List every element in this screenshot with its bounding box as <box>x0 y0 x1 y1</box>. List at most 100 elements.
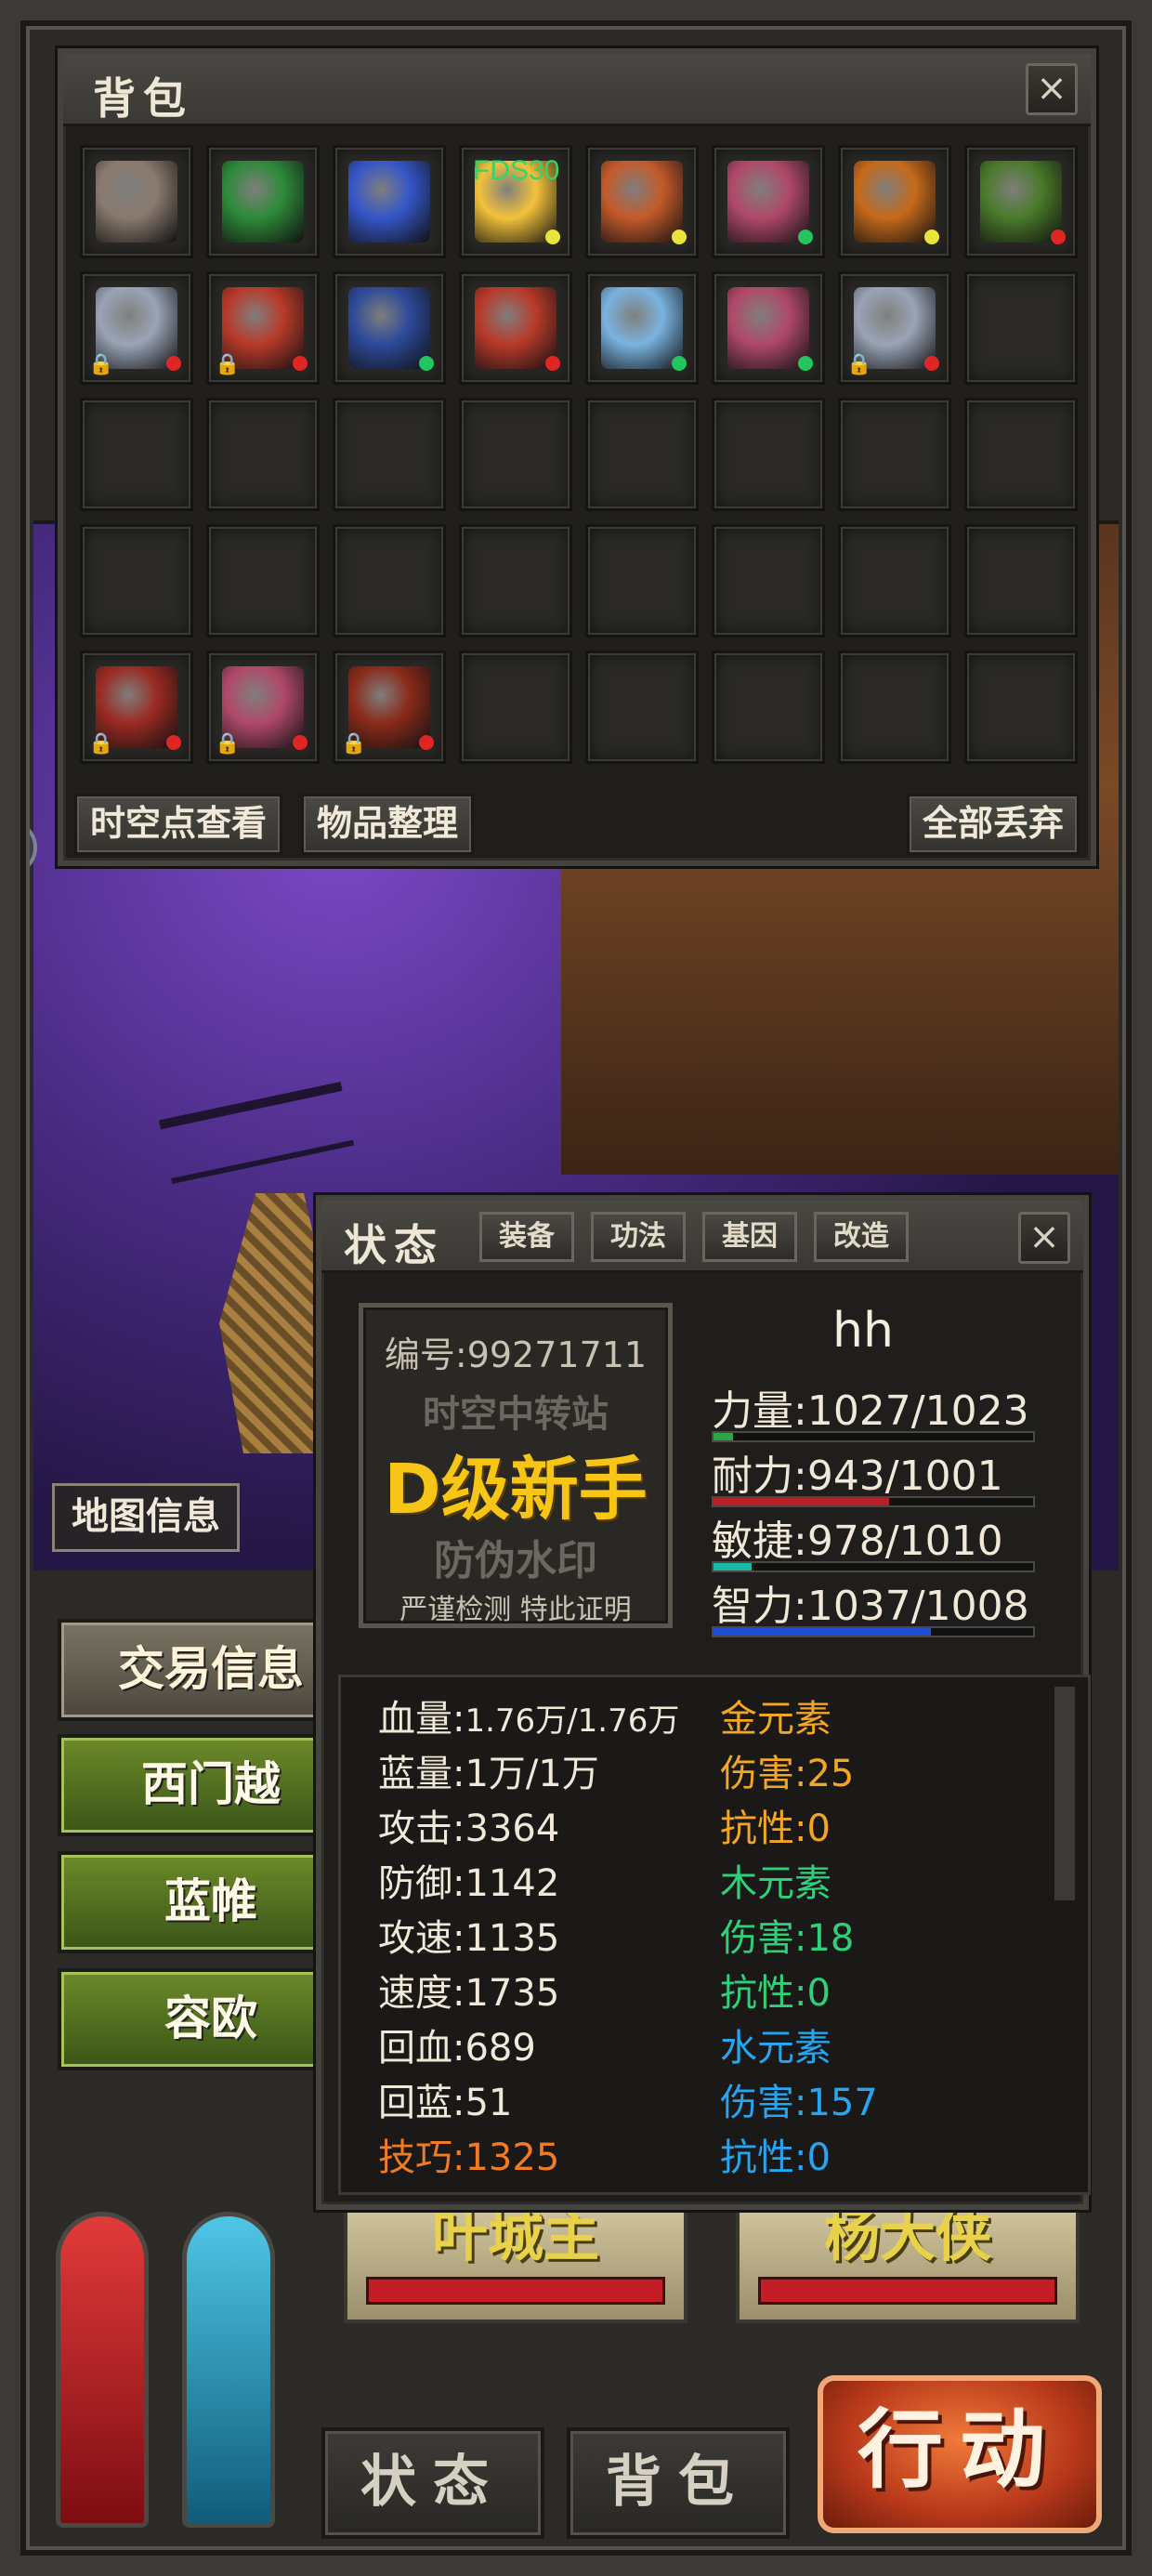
inventory-slot[interactable] <box>964 398 1078 511</box>
tab-genes[interactable]: 基因 <box>702 1212 797 1262</box>
inventory-slot[interactable] <box>459 398 572 511</box>
stat-label: 回蓝: <box>378 2082 465 2124</box>
inventory-slot[interactable] <box>333 398 446 511</box>
quality-dot-icon <box>1051 230 1066 244</box>
inventory-slot[interactable] <box>206 524 320 637</box>
stat-row: 技巧:1325 <box>378 2127 559 2181</box>
stat-value: 1.76万/1.76万 <box>465 1702 680 1740</box>
golden-chest-armor-icon <box>854 161 936 243</box>
attribute-bar-fill <box>713 1498 890 1505</box>
lock-icon: 🔒 <box>215 732 241 756</box>
inventory-slot[interactable]: FDS30 <box>459 145 572 258</box>
close-icon[interactable]: × <box>1018 1212 1070 1264</box>
inventory-slot[interactable] <box>585 145 699 258</box>
element-stat: 木元素 <box>720 1862 831 1905</box>
inventory-slot[interactable]: 🔒 <box>838 271 951 385</box>
stat-label: 技巧: <box>378 2136 465 2179</box>
rank-badge: 编号:99271711 时空中转站 D级新手 防伪水印 严谨检测 特此证明 <box>359 1303 673 1628</box>
stat-value: 1135 <box>465 1917 560 1960</box>
lock-icon: 🔒 <box>88 732 114 756</box>
stat-row: 血量:1.76万/1.76万 <box>378 1689 679 1742</box>
inventory-slot[interactable] <box>333 524 446 637</box>
inventory-slot[interactable] <box>964 524 1078 637</box>
inventory-slot[interactable] <box>964 271 1078 385</box>
tab-equipment[interactable]: 装备 <box>479 1212 574 1262</box>
inventory-slot[interactable] <box>80 145 193 258</box>
quality-dot-icon <box>924 230 939 244</box>
status-title-bar: 状态 装备 功法 基因 改造 × <box>321 1201 1083 1273</box>
red-belt-icon <box>475 287 556 369</box>
inventory-slot[interactable] <box>80 398 193 511</box>
inventory-slot[interactable] <box>964 145 1078 258</box>
inventory-grid: FDS30 🔒 🔒 🔒 🔒 🔒 🔒 <box>80 145 1078 764</box>
inventory-slot[interactable] <box>206 398 320 511</box>
mp-vial <box>182 2212 275 2528</box>
quality-dot-icon <box>672 356 687 371</box>
attribute-bar <box>712 1561 1035 1572</box>
inventory-slot[interactable] <box>459 651 572 764</box>
boss-card-yang[interactable]: 杨大侠 <box>736 2193 1080 2323</box>
inventory-slot[interactable]: 🔒 <box>80 271 193 385</box>
stats-box: 血量:1.76万/1.76万 蓝量:1万/1万 攻击:3364 防御:1142 攻速:1… <box>338 1675 1091 2195</box>
inventory-slot[interactable] <box>712 271 825 385</box>
quality-dot-icon <box>545 230 560 244</box>
inventory-slot[interactable] <box>585 651 699 764</box>
lock-icon: 🔒 <box>846 353 872 376</box>
stat-value: 689 <box>465 2027 536 2070</box>
inventory-slot[interactable] <box>712 398 825 511</box>
inventory-slot[interactable] <box>80 524 193 637</box>
side-orb-button[interactable]: 22 <box>0 820 37 875</box>
inventory-slot[interactable] <box>333 271 446 385</box>
element-stat: 抗性:0 <box>720 2136 831 2179</box>
map-info-button[interactable]: 地图信息 <box>52 1483 240 1552</box>
inventory-slot[interactable] <box>712 145 825 258</box>
inventory-slot[interactable] <box>712 524 825 637</box>
inventory-title-bar: 背包 × <box>63 54 1091 126</box>
stat-label: 攻速: <box>378 1917 465 1960</box>
bench <box>158 1081 355 1185</box>
inventory-slot[interactable] <box>838 398 951 511</box>
element-stat: 抗性:0 <box>720 1972 831 2015</box>
discard-all-button[interactable]: 全部丢弃 <box>906 794 1080 855</box>
stat-value: 1735 <box>465 1972 560 2015</box>
inventory-slot[interactable] <box>838 651 951 764</box>
armor-helmet-icon <box>601 161 683 243</box>
stat-row: 攻击:3364 <box>378 1798 559 1852</box>
tab-skills[interactable]: 功法 <box>591 1212 686 1262</box>
inventory-slot[interactable]: 🔒 <box>333 651 446 764</box>
inventory-slot[interactable] <box>838 524 951 637</box>
quality-dot-icon <box>293 735 308 750</box>
inventory-slot[interactable] <box>333 145 446 258</box>
status-tab-button[interactable]: 状态 <box>321 2427 544 2539</box>
bag-tab-button[interactable]: 背包 <box>567 2427 790 2539</box>
inventory-slot[interactable] <box>712 651 825 764</box>
inventory-slot[interactable]: 🔒 <box>80 651 193 764</box>
inventory-slot[interactable] <box>459 271 572 385</box>
lock-icon: 🔒 <box>88 353 114 376</box>
action-button[interactable]: 行动 <box>818 2375 1102 2533</box>
view-spacetime-points-button[interactable]: 时空点查看 <box>74 794 283 855</box>
quality-dot-icon <box>798 356 813 371</box>
lock-icon: 🔒 <box>215 353 241 376</box>
tab-modify[interactable]: 改造 <box>814 1212 909 1262</box>
scrollbar[interactable] <box>1054 1687 1075 1900</box>
inventory-slot[interactable] <box>838 145 951 258</box>
inventory-slot[interactable]: 🔒 <box>206 271 320 385</box>
wing-boots-icon <box>727 287 809 369</box>
inventory-slot[interactable] <box>585 271 699 385</box>
inventory-slot[interactable] <box>585 524 699 637</box>
inventory-slot[interactable]: 🔒 <box>206 651 320 764</box>
inventory-slot[interactable] <box>206 145 320 258</box>
badge-rank: D级新手 <box>384 1450 648 1530</box>
inventory-slot[interactable] <box>964 651 1078 764</box>
quality-dot-icon <box>419 735 434 750</box>
sort-items-button[interactable]: 物品整理 <box>301 794 475 855</box>
blue-crystal-icon <box>348 161 430 243</box>
wing-boots-icon <box>727 161 809 243</box>
boss-card-ye[interactable]: 叶城主 <box>344 2193 687 2323</box>
close-icon[interactable]: × <box>1026 63 1078 115</box>
inventory-slot[interactable] <box>585 398 699 511</box>
stat-row: 防御:1142 <box>378 1853 559 1907</box>
inventory-slot[interactable] <box>459 524 572 637</box>
element-stat: 伤害:157 <box>720 2082 878 2124</box>
